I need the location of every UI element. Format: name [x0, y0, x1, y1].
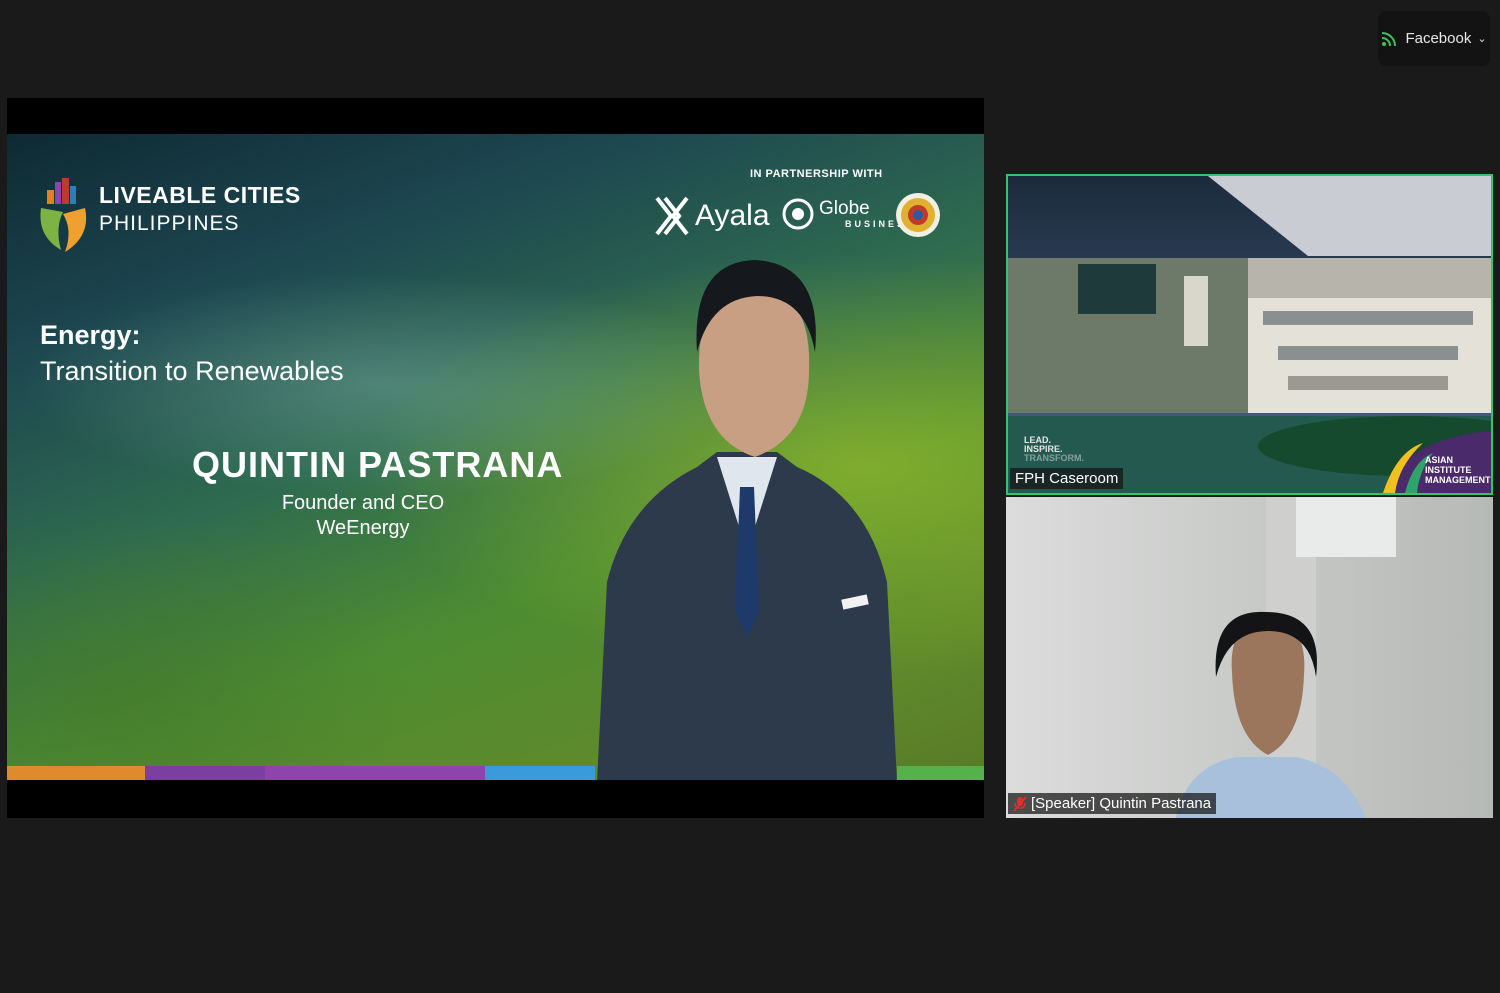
color-stripe-purple [145, 766, 265, 780]
ayala-text: Ayala [695, 199, 770, 232]
logo-title: LIVEABLE CITIES [99, 182, 301, 208]
speaker-organization: WeEnergy [316, 517, 410, 539]
aim-badge-line-3: MANAGEMENT [1425, 475, 1491, 485]
aim-slogan: LEAD. INSPIRE. TRANSFORM. [1024, 436, 1084, 463]
participant-name: [Speaker] Quintin Pastrana [1031, 795, 1212, 812]
speaker-video-feed [1006, 497, 1493, 818]
ayala-mark-icon [655, 196, 689, 236]
live-stream-icon [1382, 31, 1397, 46]
microphone-muted-icon [1013, 795, 1027, 812]
shared-screen[interactable]: LIVEABLE CITIES PHILIPPINES IN PARTNERSH… [7, 98, 984, 818]
facebook-live-button[interactable]: Facebook ⌄ [1378, 11, 1490, 66]
government-seal-icon [896, 193, 940, 237]
partnership-label: IN PARTNERSHIP WITH [750, 168, 883, 180]
slogan-line-3: TRANSFORM. [1024, 453, 1084, 463]
presentation-slide: LIVEABLE CITIES PHILIPPINES IN PARTNERSH… [7, 134, 984, 780]
speaker-role: Founder and CEO [281, 492, 445, 514]
aim-badge-line-1: ASIAN [1425, 455, 1453, 465]
slide-topic: Energy: [40, 320, 141, 350]
color-stripe-violet [265, 766, 485, 780]
video-tile-caseroom[interactable]: LEAD. INSPIRE. TRANSFORM. ASIAN INSTITUT… [1006, 174, 1493, 495]
globe-mark-icon [782, 198, 814, 230]
speaker-name: QUINTIN PASTRANA [192, 444, 564, 485]
participant-name: FPH Caseroom [1015, 470, 1119, 487]
chevron-down-icon: ⌄ [1477, 33, 1487, 45]
participant-name-tag: [Speaker] Quintin Pastrana [1008, 793, 1217, 814]
slide-subtopic: Transition to Renewables [40, 356, 344, 386]
live-platform-label: Facebook [1405, 30, 1472, 47]
color-stripe-orange [7, 766, 145, 780]
logo-subtitle: PHILIPPINES [99, 212, 240, 235]
participant-name-tag: FPH Caseroom [1010, 468, 1124, 489]
speaker-portrait-image [597, 260, 897, 780]
aim-logo-badge: ASIAN INSTITUTE MANAGEMENT [1383, 431, 1491, 493]
aim-badge-line-2: INSTITUTE [1425, 465, 1472, 475]
color-stripe-green [897, 766, 984, 780]
liveable-cities-logo [40, 178, 87, 252]
color-stripe-blue [485, 766, 595, 780]
ayala-logo: Ayala [655, 196, 770, 236]
video-tile-speaker[interactable]: [Speaker] Quintin Pastrana [1006, 497, 1493, 818]
